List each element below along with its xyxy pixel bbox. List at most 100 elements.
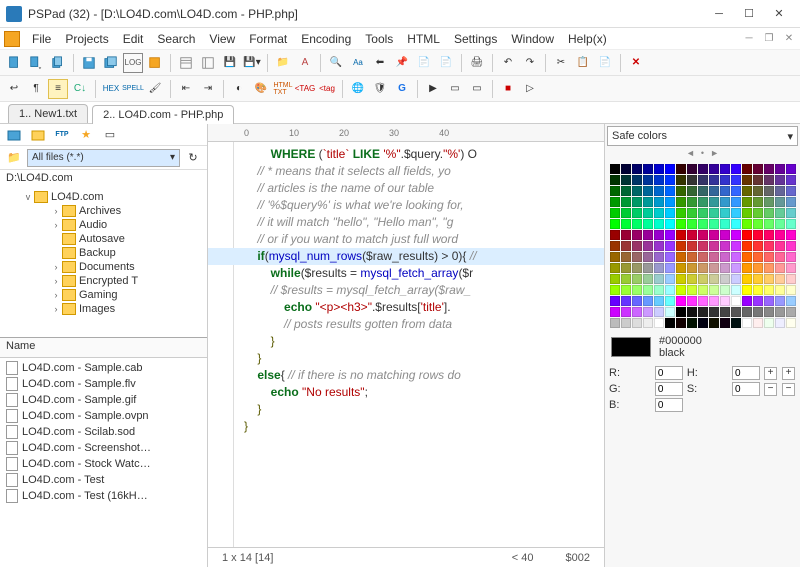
new-file-button[interactable] xyxy=(4,53,24,73)
color-cell[interactable] xyxy=(687,274,697,284)
refresh-icon[interactable]: ↻ xyxy=(183,149,203,167)
list-item[interactable]: LO4D.com - Sample.flv xyxy=(2,376,205,392)
color-cell[interactable] xyxy=(753,285,763,295)
color-cell[interactable] xyxy=(720,274,730,284)
color-cell[interactable] xyxy=(676,285,686,295)
color-cell[interactable] xyxy=(764,186,774,196)
color-cell[interactable] xyxy=(676,274,686,284)
color-cell[interactable] xyxy=(764,164,774,174)
save-button[interactable] xyxy=(79,53,99,73)
color-cell[interactable] xyxy=(687,208,697,218)
mdi-restore-icon[interactable]: ❐ xyxy=(762,32,776,46)
folder-tree[interactable]: vLO4D.com ›Archives ›Audio Autosave Back… xyxy=(0,188,207,338)
tree-folder[interactable]: Backup xyxy=(2,246,205,260)
google-button[interactable]: G xyxy=(392,79,412,99)
color-cell[interactable] xyxy=(775,274,785,284)
chart-button[interactable]: ◐ xyxy=(229,79,249,99)
color-cell[interactable] xyxy=(654,318,664,328)
color-cell[interactable] xyxy=(764,307,774,317)
color-cell[interactable] xyxy=(775,241,785,251)
color-cell[interactable] xyxy=(709,296,719,306)
color-cell[interactable] xyxy=(775,318,785,328)
color-cell[interactable] xyxy=(676,230,686,240)
color-cell[interactable] xyxy=(764,197,774,207)
color-cell[interactable] xyxy=(621,197,631,207)
menu-view[interactable]: View xyxy=(203,30,241,48)
color-cell[interactable] xyxy=(621,252,631,262)
color-cell[interactable] xyxy=(687,186,697,196)
color-cell[interactable] xyxy=(676,197,686,207)
color-button[interactable]: 🎨 xyxy=(251,79,271,99)
color-cell[interactable] xyxy=(753,164,763,174)
color-cell[interactable] xyxy=(720,285,730,295)
color-cell[interactable] xyxy=(643,252,653,262)
color-cell[interactable] xyxy=(632,296,642,306)
color-cell[interactable] xyxy=(698,274,708,284)
color-cell[interactable] xyxy=(676,318,686,328)
color-cell[interactable] xyxy=(676,307,686,317)
color-cell[interactable] xyxy=(687,197,697,207)
menu-encoding[interactable]: Encoding xyxy=(295,30,357,48)
color-cell[interactable] xyxy=(665,252,675,262)
tree-folder[interactable]: ›Documents xyxy=(2,260,205,274)
color-cell[interactable] xyxy=(698,307,708,317)
color-cell[interactable] xyxy=(709,219,719,229)
color-cell[interactable] xyxy=(676,241,686,251)
list-item[interactable]: LO4D.com - Test (16kH… xyxy=(2,488,205,504)
color-cell[interactable] xyxy=(676,186,686,196)
color-cell[interactable] xyxy=(742,296,752,306)
color-cell[interactable] xyxy=(698,285,708,295)
color-cell[interactable] xyxy=(610,263,620,273)
color-cell[interactable] xyxy=(632,241,642,251)
color-cell[interactable] xyxy=(676,175,686,185)
color-cell[interactable] xyxy=(753,263,763,273)
color-cell[interactable] xyxy=(775,219,785,229)
color-cell[interactable] xyxy=(687,252,697,262)
color-cell[interactable] xyxy=(764,208,774,218)
cut-button[interactable]: ✂ xyxy=(551,53,571,73)
color-cell[interactable] xyxy=(709,307,719,317)
color-cell[interactable] xyxy=(775,186,785,196)
tab-php[interactable]: 2.. LO4D.com - PHP.php xyxy=(92,105,234,124)
new-file-split-button[interactable] xyxy=(26,53,46,73)
color-cell[interactable] xyxy=(786,208,796,218)
color-cell[interactable] xyxy=(742,274,752,284)
color-cell[interactable] xyxy=(687,263,697,273)
color-cell[interactable] xyxy=(720,263,730,273)
color-cell[interactable] xyxy=(621,241,631,251)
color-cell[interactable] xyxy=(698,208,708,218)
color-cell[interactable] xyxy=(654,208,664,218)
color-cell[interactable] xyxy=(742,252,752,262)
color-cell[interactable] xyxy=(665,241,675,251)
color-cell[interactable] xyxy=(731,263,741,273)
color-cell[interactable] xyxy=(764,274,774,284)
color-cell[interactable] xyxy=(720,296,730,306)
color-cell[interactable] xyxy=(775,230,785,240)
menu-help[interactable]: Help(x) xyxy=(562,30,613,48)
color-cell[interactable] xyxy=(753,274,763,284)
color-cell[interactable] xyxy=(775,285,785,295)
color-cell[interactable] xyxy=(720,230,730,240)
html-txt-button[interactable]: HTMLTXT xyxy=(273,79,293,99)
color-cell[interactable] xyxy=(764,241,774,251)
tree-folder[interactable]: ›Archives xyxy=(2,204,205,218)
folder-button[interactable]: 📁 xyxy=(273,53,293,73)
search-button[interactable]: 🔍 xyxy=(326,53,346,73)
color-cell[interactable] xyxy=(775,296,785,306)
color-cell[interactable] xyxy=(731,252,741,262)
color-cell[interactable] xyxy=(709,164,719,174)
delete-button[interactable]: ✕ xyxy=(626,53,646,73)
color-cell[interactable] xyxy=(643,241,653,251)
color-cell[interactable] xyxy=(709,318,719,328)
color-cell[interactable] xyxy=(731,318,741,328)
color-cell[interactable] xyxy=(610,252,620,262)
color-cell[interactable] xyxy=(610,175,620,185)
color-cell[interactable] xyxy=(632,263,642,273)
color-cell[interactable] xyxy=(632,307,642,317)
color-cell[interactable] xyxy=(742,197,752,207)
color-cell[interactable] xyxy=(742,263,752,273)
color-cell[interactable] xyxy=(687,230,697,240)
minus-button[interactable]: − xyxy=(764,383,777,396)
app-menu-icon[interactable] xyxy=(4,31,20,47)
color-cell[interactable] xyxy=(698,241,708,251)
